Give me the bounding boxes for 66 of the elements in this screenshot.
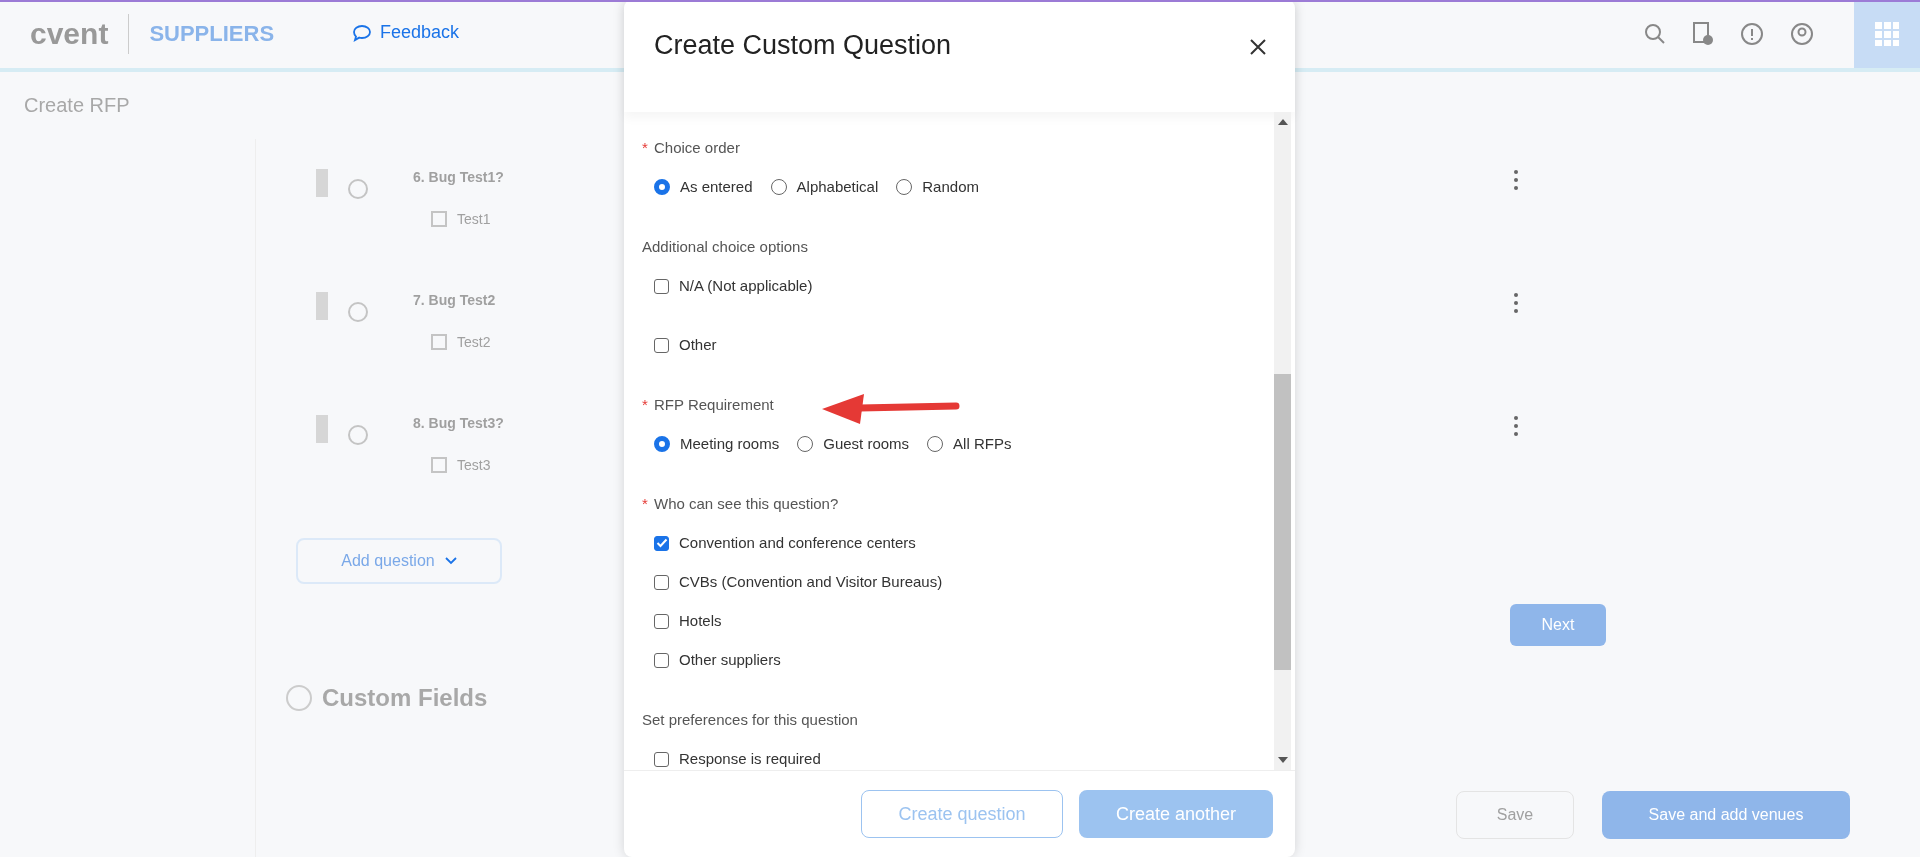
field-label: Who can see this question?: [654, 494, 839, 514]
choice-label: Test1: [457, 211, 491, 227]
checkbox[interactable]: [654, 751, 669, 767]
more-icon[interactable]: [1513, 415, 1519, 437]
radio-icon: [348, 425, 368, 445]
section-name: SUPPLIERS: [149, 21, 275, 47]
checkbox-icon: [431, 334, 447, 350]
radio-button[interactable]: [654, 179, 670, 195]
drag-handle-icon[interactable]: [316, 169, 328, 197]
radio-option[interactable]: Guest rooms: [797, 434, 910, 454]
scroll-up-icon[interactable]: [1277, 119, 1288, 125]
help-icon[interactable]: [1740, 22, 1764, 46]
field-label: RFP Requirement: [654, 395, 774, 415]
grid-icon: [1874, 21, 1900, 47]
close-icon[interactable]: [1249, 38, 1267, 56]
step-circle-icon: [286, 685, 312, 711]
checkbox-icon: [431, 457, 447, 473]
app-menu-button[interactable]: [1854, 0, 1920, 68]
checkbox-option[interactable]: Other suppliers: [654, 650, 1274, 670]
checkbox-option[interactable]: Response is required: [654, 749, 1274, 769]
scroll-down-icon[interactable]: [1277, 757, 1288, 763]
question-title: 6. Bug Test1?: [413, 169, 504, 185]
required-asterisk: *: [642, 138, 649, 158]
checkbox-option[interactable]: Hotels: [654, 611, 1274, 631]
required-asterisk: *: [642, 494, 649, 514]
more-icon[interactable]: [1513, 292, 1519, 314]
required-asterisk: *: [642, 395, 649, 415]
choice-label: Test2: [457, 334, 491, 350]
field-label: Choice order: [654, 138, 740, 158]
scrollbar[interactable]: [1274, 112, 1291, 770]
radio-option[interactable]: All RFPs: [927, 434, 1012, 454]
radio-icon: [348, 179, 368, 199]
document-icon[interactable]: [1692, 22, 1714, 46]
question-title: 7. Bug Test2: [413, 292, 496, 308]
field-label: Additional choice options: [642, 237, 808, 257]
question-title: 8. Bug Test3?: [413, 415, 504, 431]
search-icon[interactable]: [1644, 23, 1666, 45]
checkbox[interactable]: [654, 574, 669, 590]
radio-option[interactable]: Meeting rooms: [654, 434, 780, 454]
checkbox[interactable]: [654, 652, 669, 668]
radio-button[interactable]: [654, 436, 670, 452]
checkbox-option[interactable]: Other: [654, 335, 1274, 355]
checkbox[interactable]: [654, 337, 669, 353]
user-icon[interactable]: [1790, 22, 1814, 46]
radio-icon: [348, 302, 368, 322]
checkbox-option[interactable]: CVBs (Convention and Visitor Bureaus): [654, 572, 1274, 592]
checkbox-option[interactable]: N/A (Not applicable): [654, 276, 1274, 296]
field-label: Set preferences for this question: [642, 710, 858, 730]
chat-bubble-icon: [352, 23, 372, 42]
radio-option[interactable]: Alphabetical: [770, 177, 879, 197]
checkbox-option[interactable]: Convention and conference centers: [654, 533, 1274, 553]
radio-option[interactable]: As entered: [654, 177, 753, 197]
checkbox[interactable]: [654, 278, 669, 294]
chevron-down-icon: [444, 557, 457, 565]
dialog-title: Create Custom Question: [654, 30, 952, 61]
drag-handle-icon[interactable]: [316, 415, 328, 443]
checkbox[interactable]: [654, 535, 669, 551]
choice-label: Test3: [457, 457, 491, 473]
section-title: Custom Fields: [322, 684, 488, 712]
page-title: Create RFP: [23, 93, 131, 118]
checkbox-icon: [431, 211, 447, 227]
radio-option[interactable]: Random: [896, 177, 979, 197]
more-icon[interactable]: [1513, 169, 1519, 191]
checkbox[interactable]: [654, 613, 669, 629]
drag-handle-icon[interactable]: [316, 292, 328, 320]
feedback-link[interactable]: Feedback: [352, 22, 460, 43]
